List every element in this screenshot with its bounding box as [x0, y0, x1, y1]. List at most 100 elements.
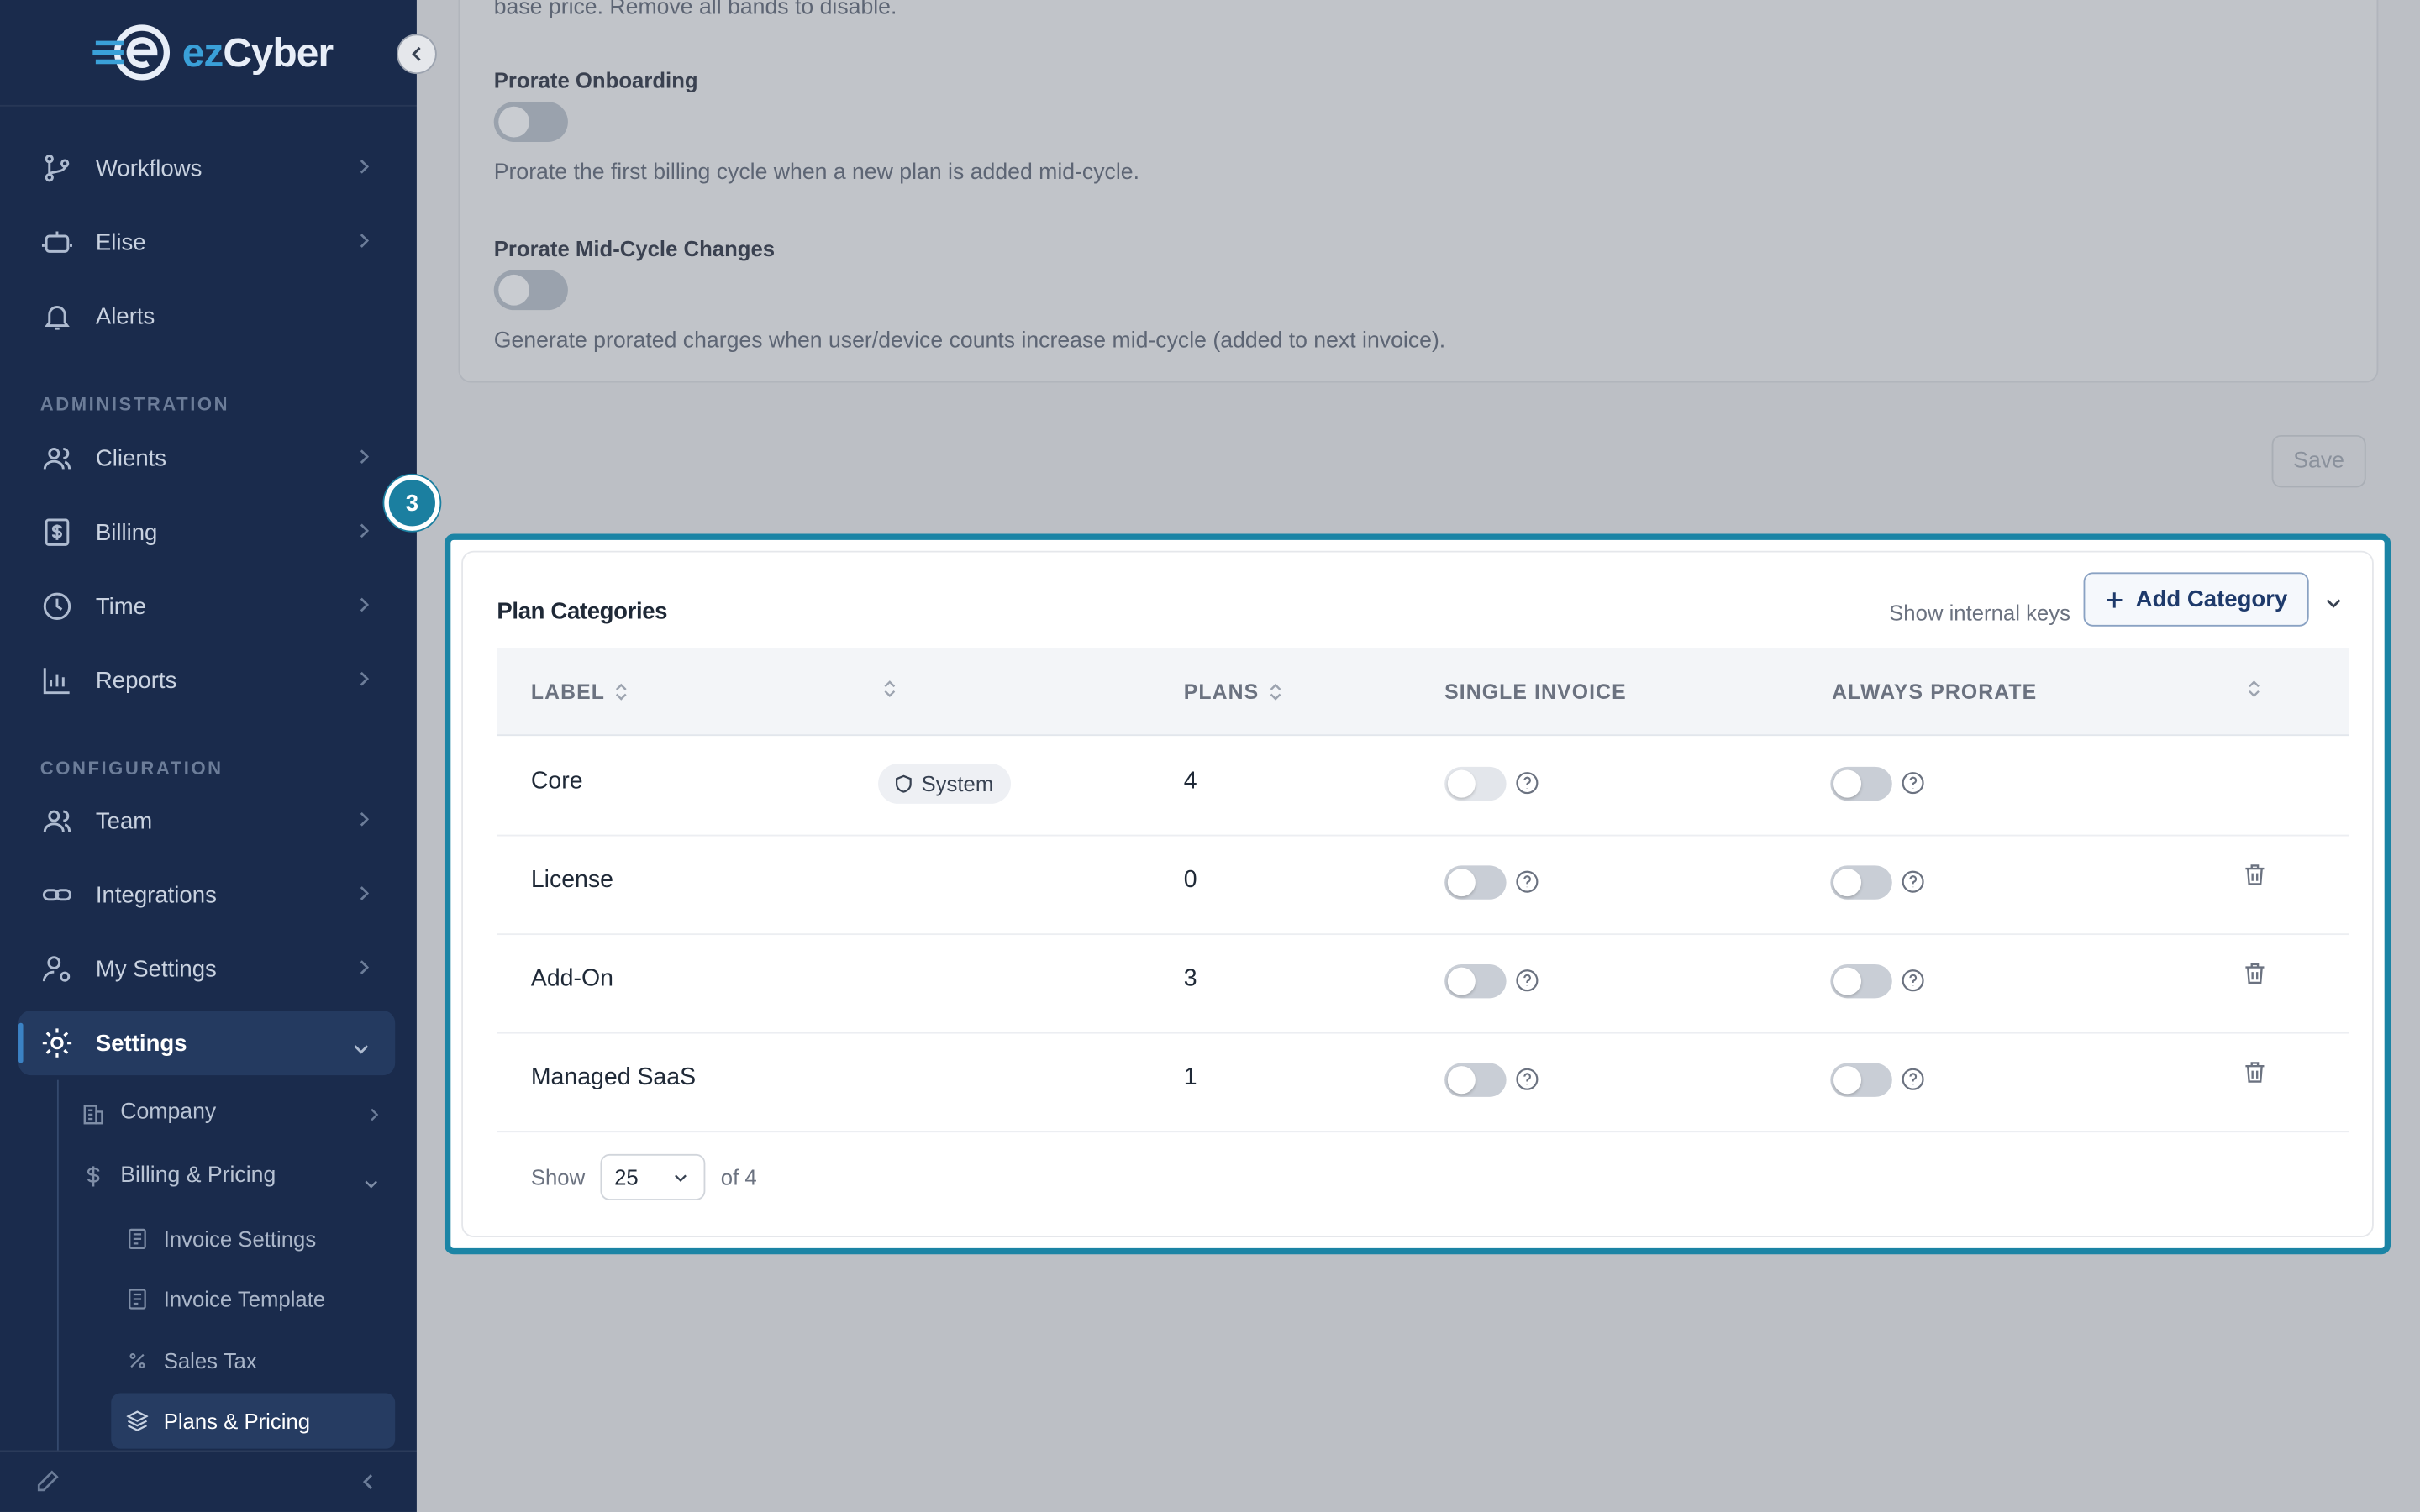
help-icon[interactable] [1902, 969, 1925, 1000]
plus-icon [2106, 591, 2123, 607]
help-icon[interactable] [1516, 771, 1539, 802]
sidebar-subitem-plans-pricing[interactable]: Plans & Pricing [111, 1393, 396, 1449]
clock-icon [40, 590, 74, 623]
sidebar-subitem-invoice-settings[interactable]: Invoice Settings [111, 1211, 395, 1267]
prorate-midcycle-description: Generate prorated charges when user/devi… [493, 328, 1446, 354]
help-icon[interactable] [1516, 969, 1539, 1000]
card-title: Plan Categories [497, 598, 668, 625]
help-icon[interactable] [1516, 1068, 1539, 1099]
single-invoice-toggle[interactable] [1444, 766, 1507, 801]
help-icon[interactable] [1902, 870, 1925, 901]
pager-total: of 4 [720, 1164, 757, 1190]
prorate-onboarding-description: Prorate the first billing cycle when a n… [493, 160, 1140, 186]
sidebar-subitem-invoice-template[interactable]: Invoice Template [111, 1271, 395, 1326]
sidebar-item-integrations[interactable]: Integrations [18, 863, 395, 927]
delete-category-button[interactable] [2244, 863, 2266, 895]
section-label-configuration: CONFIGURATION [39, 757, 224, 780]
sidebar-item-label: Alerts [95, 302, 155, 330]
single-invoice-toggle[interactable] [1444, 963, 1507, 999]
sidebar-item-billing[interactable]: Billing [18, 500, 395, 564]
help-icon[interactable] [1902, 1068, 1925, 1099]
sidebar-subitem-billing-pricing[interactable]: Billing & Pricing [65, 1149, 395, 1201]
help-icon[interactable] [1516, 870, 1539, 901]
chevron-left-icon [412, 46, 421, 61]
sidebar-subitem-label: Plans & Pricing [163, 1408, 311, 1434]
sidebar-item-clients[interactable]: Clients [18, 426, 395, 491]
prorate-midcycle-toggle[interactable] [493, 270, 568, 311]
chevron-right-icon [358, 808, 371, 836]
delete-category-button[interactable] [2244, 961, 2266, 994]
column-header-plans[interactable]: PLANS [1184, 680, 1282, 704]
sidebar-item-label: My Settings [95, 955, 217, 983]
help-icon[interactable] [1902, 771, 1925, 802]
column-header-actions[interactable] [2247, 679, 2261, 699]
active-indicator [18, 1022, 24, 1063]
page-size-value: 25 [614, 1164, 639, 1190]
sidebar-item-settings[interactable]: Settings [18, 1011, 396, 1076]
plans-count: 1 [1183, 1064, 1197, 1091]
pagination: Show 25 of 4 [531, 1153, 757, 1200]
always-prorate-toggle[interactable] [1830, 1063, 1892, 1097]
chevron-right-icon [369, 1103, 380, 1131]
pencil-icon[interactable] [34, 1469, 60, 1503]
single-invoice-toggle[interactable] [1444, 865, 1507, 900]
building-icon [81, 1100, 105, 1124]
always-prorate-toggle[interactable] [1830, 865, 1892, 900]
plan-categories-card: Plan Categories Show internal keys Add C… [461, 550, 2374, 1238]
show-internal-keys-toggle[interactable]: Show internal keys [1889, 600, 2070, 624]
page-size-select[interactable]: 25 [600, 1153, 706, 1200]
bell-icon [40, 299, 74, 333]
delete-category-button[interactable] [2244, 1060, 2266, 1093]
column-header-text: SINGLE INVOICE [1444, 680, 1627, 704]
prorate-midcycle-title: Prorate Mid-Cycle Changes [493, 236, 776, 261]
add-category-button[interactable]: Add Category [2083, 572, 2309, 627]
always-prorate-toggle[interactable] [1830, 963, 1892, 999]
sidebar-item-label: Time [95, 593, 147, 620]
tour-highlight: Plan Categories Show internal keys Add C… [444, 533, 2391, 1255]
sidebar-item-my-settings[interactable]: My Settings [18, 937, 395, 1001]
table-row: License 0 [497, 835, 2349, 936]
column-header-label[interactable]: LABEL [531, 680, 629, 704]
prorate-onboarding-toggle[interactable] [493, 102, 568, 142]
chevron-down-icon [363, 1169, 380, 1197]
logo[interactable]: ezCyber [92, 22, 334, 83]
column-header-single-invoice: SINGLE INVOICE [1444, 680, 1627, 704]
tree-line [56, 1079, 59, 1451]
save-button[interactable]: Save [2271, 434, 2366, 488]
sidebar-subitem-company[interactable]: Company [65, 1086, 395, 1138]
sidebar-item-alerts[interactable]: Alerts [18, 284, 395, 349]
sidebar-item-label: Reports [95, 667, 177, 694]
sidebar-item-reports[interactable]: Reports [18, 648, 395, 712]
sidebar-subitem-sales-tax[interactable]: Sales Tax [111, 1333, 395, 1389]
bands-help-text: base price. Remove all bands to disable. [493, 0, 897, 20]
plans-count: 4 [1183, 768, 1197, 795]
workflow-icon [40, 151, 74, 185]
column-header-badge[interactable] [883, 679, 897, 699]
single-invoice-toggle[interactable] [1444, 1063, 1507, 1097]
sidebar-subitem-label: Sales Tax [163, 1348, 257, 1373]
sidebar-item-team[interactable]: Team [18, 789, 395, 853]
sidebar-item-label: Integrations [95, 881, 217, 908]
always-prorate-toggle[interactable] [1830, 766, 1892, 801]
chevron-down-icon [675, 1173, 687, 1182]
sidebar-item-time[interactable]: Time [18, 574, 395, 638]
chevron-left-icon[interactable] [361, 1472, 376, 1499]
percent-icon [127, 1352, 149, 1370]
table-row: Core System 4 [497, 736, 2349, 837]
sidebar-item-label: Clients [95, 444, 167, 472]
chevron-right-icon [358, 883, 371, 911]
sidebar-item-elise[interactable]: Elise [18, 210, 395, 275]
sidebar-collapse-button[interactable] [397, 34, 437, 75]
chevron-down-icon [2326, 599, 2341, 608]
column-header-text: ALWAYS PRORATE [1832, 680, 2038, 704]
chevron-right-icon [358, 156, 371, 184]
plans-count: 0 [1183, 867, 1197, 894]
sidebar-item-label: Billing [95, 519, 158, 546]
chevron-right-icon [358, 957, 371, 984]
sidebar-item-label: Settings [95, 1029, 187, 1057]
collapse-card-button[interactable] [2324, 590, 2343, 617]
sidebar-item-workflows[interactable]: Workflows [18, 136, 395, 201]
receipt-icon [40, 515, 74, 549]
prorate-onboarding-title: Prorate Onboarding [493, 67, 698, 93]
badge-label: System [921, 771, 994, 796]
